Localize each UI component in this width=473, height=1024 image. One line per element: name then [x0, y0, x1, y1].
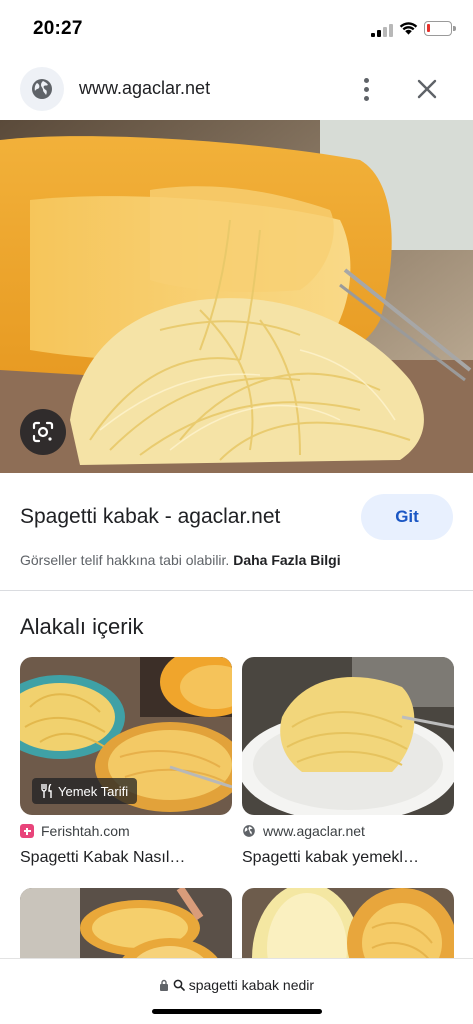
divider	[0, 590, 473, 591]
lens-button[interactable]	[20, 409, 66, 455]
battery-level	[427, 24, 430, 32]
visit-button[interactable]: Git	[361, 494, 453, 540]
close-button[interactable]	[410, 72, 444, 106]
copyright-text: Görseller telif hakkına tabi olabilir.	[20, 552, 230, 568]
site-info-button[interactable]	[20, 67, 64, 111]
home-indicator[interactable]	[152, 1009, 322, 1014]
status-time: 20:27	[33, 18, 83, 39]
card-title[interactable]: Spagetti Kabak Nasıl…	[20, 849, 185, 867]
card-badge-label: Yemek Tarifi	[58, 783, 129, 799]
spaghetti-squash-photo	[0, 120, 473, 473]
related-heading: Alakalı içerik	[20, 614, 144, 639]
card-image[interactable]: Yemek Tarifi	[20, 657, 232, 815]
globe-icon	[243, 825, 255, 837]
ferishtah-favicon-icon	[20, 824, 34, 838]
more-options-button[interactable]	[351, 72, 381, 106]
card-badge: Yemek Tarifi	[32, 778, 138, 804]
card-source: www.agaclar.net	[242, 823, 365, 839]
card-title[interactable]: Spagetti kabak yemekl…	[242, 849, 419, 867]
globe-icon	[32, 79, 52, 99]
signal-icon	[371, 24, 393, 37]
query-text: spagetti kabak nedir	[188, 977, 315, 993]
more-info-link[interactable]: Daha Fazla Bilgi	[233, 552, 340, 568]
copyright-notice: Görseller telif hakkına tabi olabilir. D…	[20, 552, 341, 568]
battery-icon	[424, 21, 456, 36]
bottom-address-bar[interactable]: spagetti kabak nedir	[0, 958, 473, 1024]
search-icon	[173, 979, 185, 991]
hero-image[interactable]	[0, 120, 473, 473]
more-vert-icon	[363, 77, 369, 83]
utensils-icon	[41, 784, 52, 798]
lens-icon	[32, 421, 54, 443]
query-display[interactable]: spagetti kabak nedir	[0, 977, 473, 993]
close-icon	[417, 79, 437, 99]
lock-icon	[159, 979, 168, 991]
url-bar: www.agaclar.net	[0, 58, 473, 120]
status-bar: 20:27	[0, 0, 473, 58]
card-source-label: www.agaclar.net	[263, 823, 365, 839]
result-title[interactable]: Spagetti kabak - agaclar.net	[20, 505, 280, 529]
url-text[interactable]: www.agaclar.net	[79, 78, 210, 99]
wifi-icon	[399, 22, 418, 35]
card-source-label: Ferishtah.com	[41, 823, 130, 839]
card-source: Ferishtah.com	[20, 823, 130, 839]
card-image[interactable]	[242, 657, 454, 815]
